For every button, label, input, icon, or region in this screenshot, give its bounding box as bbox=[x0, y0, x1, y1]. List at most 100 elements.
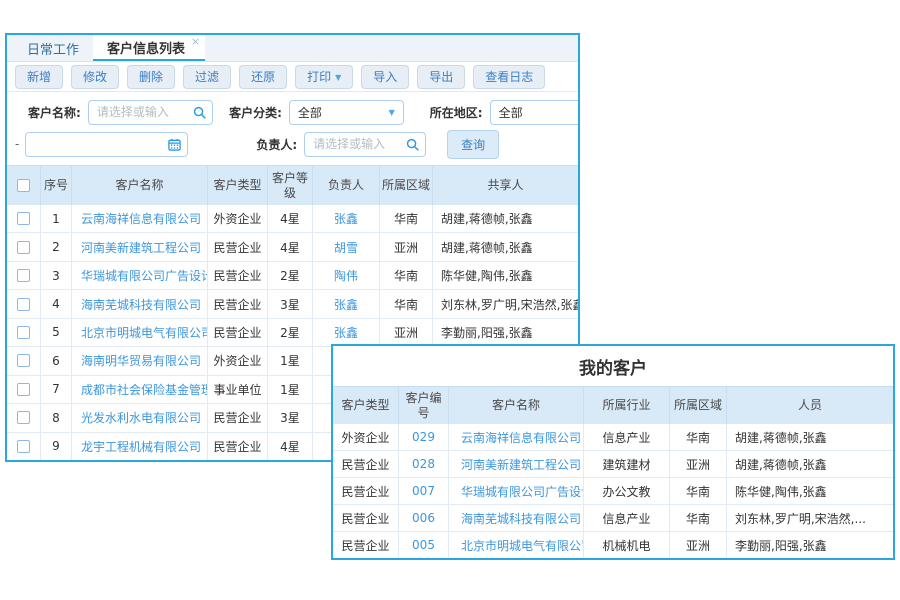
delete-button[interactable]: 删除 bbox=[127, 65, 175, 89]
close-icon[interactable]: × bbox=[191, 36, 200, 47]
cell-shared: 胡建,蒋德帧,张鑫 bbox=[433, 205, 578, 232]
restore-button[interactable]: 还原 bbox=[239, 65, 287, 89]
customer-name-label: 客户名称: bbox=[28, 104, 81, 121]
row-checkbox[interactable] bbox=[17, 298, 30, 311]
row-checkbox[interactable] bbox=[17, 241, 30, 254]
customer-name-link[interactable]: 云南海祥信息有限公司 bbox=[461, 429, 581, 446]
row-checkbox-cell bbox=[7, 205, 41, 232]
customer-code-link[interactable]: 005 bbox=[412, 538, 435, 552]
customer-name-link[interactable]: 华瑞城有限公司广告设计部 bbox=[81, 267, 208, 284]
cell-region: 亚洲 bbox=[380, 319, 433, 346]
customer-name-link[interactable]: 河南美新建筑工程公司 bbox=[461, 456, 581, 473]
cell-people: 李勤丽,阳强,张鑫 bbox=[727, 532, 893, 558]
cell-type: 民营企业 bbox=[333, 451, 399, 477]
customer-code-link[interactable]: 006 bbox=[412, 511, 435, 525]
cell-region: 亚洲 bbox=[670, 532, 727, 558]
cell-region: 亚洲 bbox=[670, 451, 727, 477]
add-button[interactable]: 新增 bbox=[15, 65, 63, 89]
date-input[interactable] bbox=[25, 132, 188, 157]
cell-region: 华南 bbox=[380, 290, 433, 317]
cell-no: 8 bbox=[41, 404, 72, 431]
tab-bar: 日常工作 客户信息列表 × bbox=[7, 35, 578, 62]
tab-daily-work[interactable]: 日常工作 bbox=[13, 35, 93, 61]
row-checkbox[interactable] bbox=[17, 411, 30, 424]
table-row: 3华瑞城有限公司广告设计部民营企业2星陶伟华南陈华健,陶伟,张鑫 bbox=[7, 262, 578, 290]
row-checkbox-cell bbox=[7, 404, 41, 431]
cell-level: 3星 bbox=[268, 404, 313, 431]
row-checkbox-cell bbox=[7, 319, 41, 346]
customer-name-link[interactable]: 北京市明城电气有限公司 bbox=[461, 537, 584, 554]
owner-link[interactable]: 陶伟 bbox=[334, 267, 358, 284]
search-icon[interactable] bbox=[406, 138, 419, 154]
header-shared: 共享人 bbox=[433, 166, 578, 205]
customer-name-link[interactable]: 华瑞城有限公司广告设计部 bbox=[461, 483, 584, 500]
customer-name-link[interactable]: 云南海祥信息有限公司 bbox=[81, 210, 201, 227]
cell-industry: 信息产业 bbox=[584, 424, 670, 450]
cell-people: 刘东林,罗广明,宋浩然,... bbox=[727, 505, 893, 531]
row-checkbox[interactable] bbox=[17, 383, 30, 396]
region-filter-label: 所在地区: bbox=[430, 104, 483, 121]
owner-filter-label: 负责人: bbox=[256, 136, 297, 153]
cell-type: 事业单位 bbox=[208, 376, 268, 403]
cell-region: 华南 bbox=[670, 478, 727, 504]
row-checkbox[interactable] bbox=[17, 212, 30, 225]
customer-name-link[interactable]: 海南明华贸易有限公司 bbox=[81, 352, 201, 369]
customer-name-link[interactable]: 北京市明城电气有限公司 bbox=[81, 324, 208, 341]
cell-type: 民营企业 bbox=[333, 478, 399, 504]
customer-name-link[interactable]: 河南美新建筑工程公司 bbox=[81, 239, 201, 256]
customer-name-link[interactable]: 海南芜城科技有限公司 bbox=[81, 296, 201, 313]
export-button[interactable]: 导出 bbox=[417, 65, 465, 89]
filter-section: 客户名称: 客户分类: 全部 ▼ 所在地区: 全部 - 负责人: bbox=[7, 92, 578, 165]
customer-name-link[interactable]: 龙宇工程机械有限公司 bbox=[81, 438, 201, 455]
header-owner: 负责人 bbox=[313, 166, 380, 205]
list-item: 民营企业005北京市明城电气有限公司机械机电亚洲李勤丽,阳强,张鑫 bbox=[333, 532, 893, 558]
row-checkbox[interactable] bbox=[17, 354, 30, 367]
owner-link[interactable]: 张鑫 bbox=[334, 324, 358, 341]
category-label: 客户分类: bbox=[229, 104, 282, 121]
owner-link[interactable]: 张鑫 bbox=[334, 210, 358, 227]
modify-button[interactable]: 修改 bbox=[71, 65, 119, 89]
owner-link[interactable]: 张鑫 bbox=[334, 296, 358, 313]
row-checkbox[interactable] bbox=[17, 440, 30, 453]
row-checkbox-cell bbox=[7, 262, 41, 289]
cell-industry: 建筑建材 bbox=[584, 451, 670, 477]
calendar-icon[interactable] bbox=[168, 138, 181, 154]
row-checkbox[interactable] bbox=[17, 326, 30, 339]
row-checkbox-cell bbox=[7, 433, 41, 460]
tab-customer-list[interactable]: 客户信息列表 × bbox=[93, 35, 205, 61]
list-item: 民营企业007华瑞城有限公司广告设计部办公文教华南陈华健,陶伟,张鑫 bbox=[333, 478, 893, 505]
list-item: 民营企业028河南美新建筑工程公司建筑建材亚洲胡建,蒋德帧,张鑫 bbox=[333, 451, 893, 478]
region-value: 全部 bbox=[499, 104, 523, 121]
query-button[interactable]: 查询 bbox=[447, 130, 499, 159]
filter-button[interactable]: 过滤 bbox=[183, 65, 231, 89]
customer-code-link[interactable]: 007 bbox=[412, 484, 435, 498]
my-customers-title: 我的客户 bbox=[333, 346, 893, 386]
cell-level: 1星 bbox=[268, 376, 313, 403]
print-button-label: 打印 bbox=[307, 70, 331, 84]
customer-code-link[interactable]: 028 bbox=[412, 457, 435, 471]
cell-no: 1 bbox=[41, 205, 72, 232]
owner-link[interactable]: 胡雪 bbox=[334, 239, 358, 256]
customer-name-link[interactable]: 海南芜城科技有限公司 bbox=[461, 510, 581, 527]
owner-field-wrap bbox=[304, 132, 426, 157]
customer-name-link[interactable]: 光发水利水电有限公司 bbox=[81, 409, 201, 426]
category-select[interactable]: 全部 ▼ bbox=[289, 100, 404, 125]
import-button[interactable]: 导入 bbox=[361, 65, 409, 89]
header-industry: 所属行业 bbox=[584, 387, 670, 424]
row-checkbox-cell bbox=[7, 233, 41, 260]
cell-no: 4 bbox=[41, 290, 72, 317]
customer-code-link[interactable]: 029 bbox=[412, 430, 435, 444]
cell-shared: 李勤丽,阳强,张鑫 bbox=[433, 319, 578, 346]
select-all-checkbox[interactable] bbox=[17, 179, 30, 192]
cell-level: 1星 bbox=[268, 347, 313, 374]
search-icon[interactable] bbox=[193, 106, 206, 122]
customer-name-link[interactable]: 成都市社会保险基金管理... bbox=[81, 381, 208, 398]
cell-type: 民营企业 bbox=[208, 233, 268, 260]
row-checkbox[interactable] bbox=[17, 269, 30, 282]
region-select[interactable]: 全部 bbox=[490, 100, 578, 125]
header-people: 人员 bbox=[727, 387, 893, 424]
view-log-button[interactable]: 查看日志 bbox=[473, 65, 545, 89]
print-button[interactable]: 打印▼ bbox=[295, 65, 353, 89]
cell-shared: 胡建,蒋德帧,张鑫 bbox=[433, 233, 578, 260]
my-customers-body: 外资企业029云南海祥信息有限公司信息产业华南胡建,蒋德帧,张鑫民营企业028河… bbox=[333, 424, 893, 558]
